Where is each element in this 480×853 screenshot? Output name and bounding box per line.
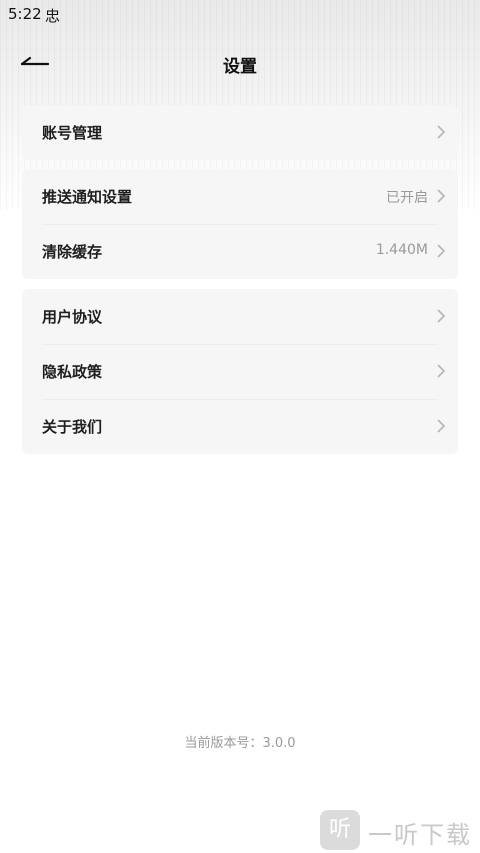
row-label: 隐私政策	[42, 363, 103, 381]
status-time: 5:22	[8, 5, 42, 23]
settings-row-push-notifications[interactable]: 推送通知设置 已开启	[22, 169, 458, 224]
page-title: 设置	[223, 57, 257, 77]
chevron-right-icon	[437, 309, 446, 323]
cache-size-value: 1.440M	[375, 242, 428, 258]
settings-card-account: 账号管理	[22, 105, 458, 160]
settings-row-user-agreement[interactable]: 用户协议	[22, 289, 458, 344]
row-label: 账号管理	[42, 124, 103, 142]
row-label: 推送通知设置	[42, 188, 133, 206]
watermark: 听 一听下载	[320, 808, 480, 852]
status-bar: 5:22 忠	[0, 0, 480, 30]
chevron-right-icon	[437, 189, 446, 203]
settings-row-clear-cache[interactable]: 清除缓存 1.440M	[22, 224, 458, 279]
row-label: 关于我们	[42, 418, 103, 436]
settings-row-account-management[interactable]: 账号管理	[22, 105, 458, 160]
notification-icon: 忠	[45, 7, 61, 25]
version-text: 当前版本号：3.0.0	[184, 736, 296, 751]
nav-bar: 设置	[0, 40, 480, 88]
chevron-right-icon	[437, 244, 446, 258]
watermark-text: 一听下载	[368, 821, 472, 849]
chevron-right-icon	[437, 125, 446, 139]
chevron-right-icon	[437, 419, 446, 433]
settings-card-general: 推送通知设置 已开启 清除缓存 1.440M	[22, 169, 458, 279]
settings-row-privacy-policy[interactable]: 隐私政策	[22, 344, 458, 399]
row-label: 清除缓存	[42, 243, 103, 261]
row-label: 用户协议	[42, 308, 103, 326]
push-status-value: 已开启	[386, 190, 428, 206]
watermark-logo-icon: 听	[320, 810, 360, 850]
settings-row-about-us[interactable]: 关于我们	[22, 399, 458, 454]
chevron-right-icon	[437, 364, 446, 378]
settings-card-about: 用户协议 隐私政策 关于我们	[22, 289, 458, 454]
